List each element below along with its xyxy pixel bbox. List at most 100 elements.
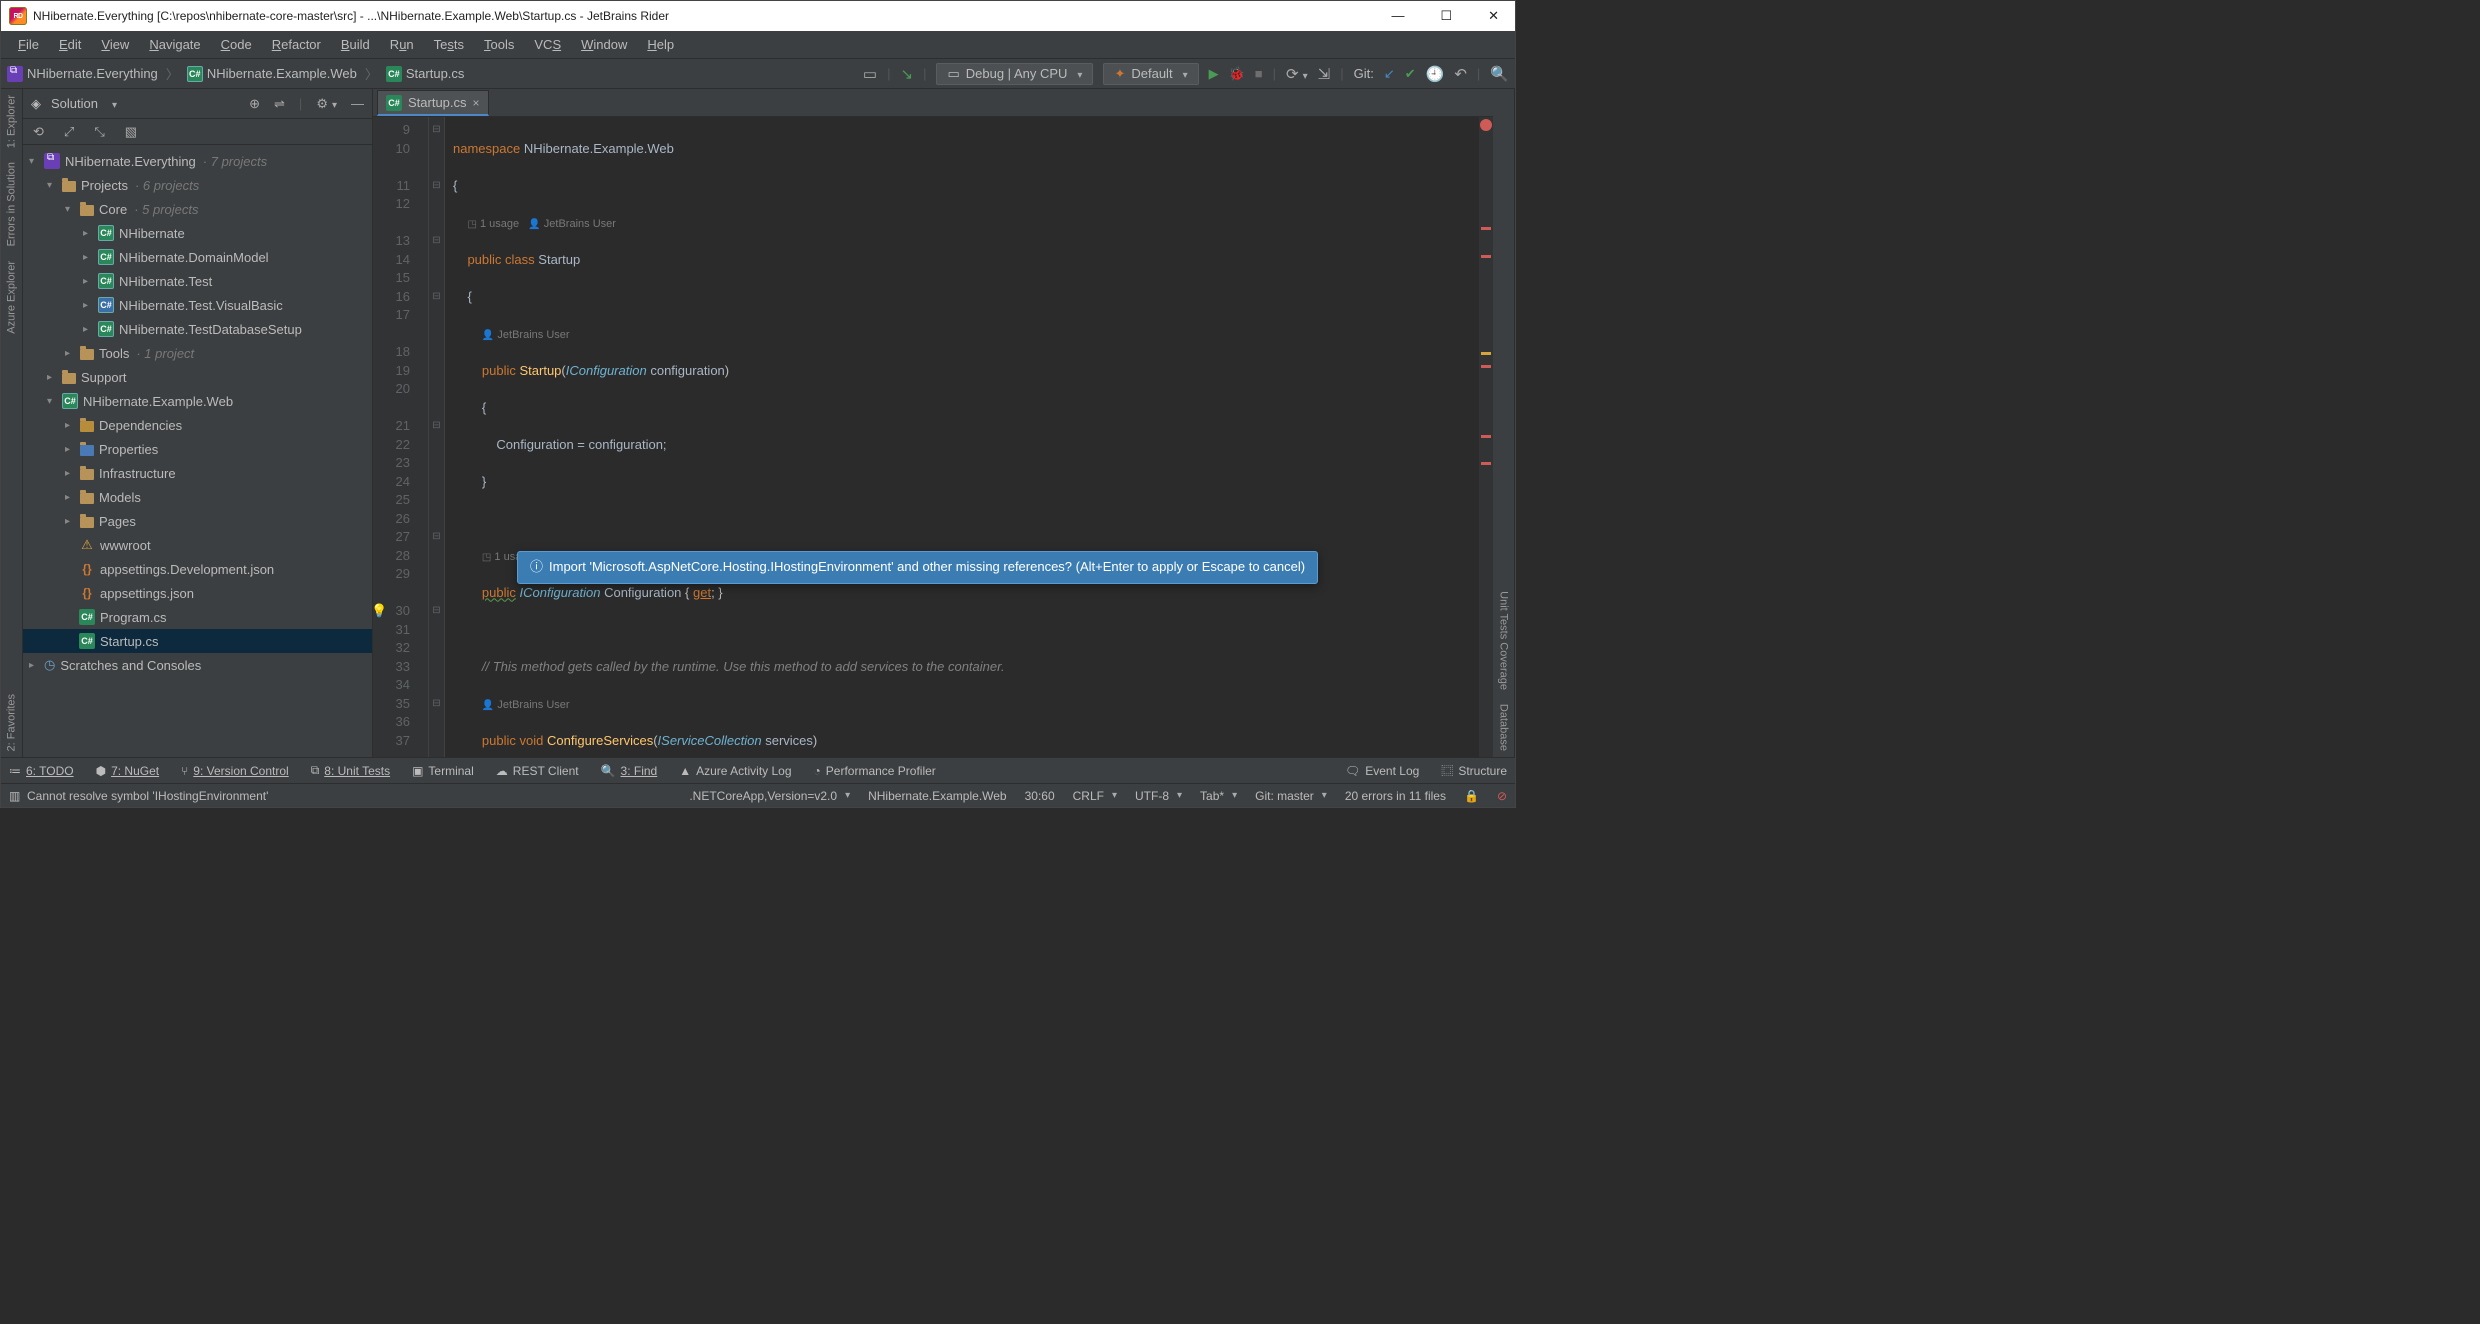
run-button[interactable]: ▶ (1209, 66, 1219, 82)
tool-unit-tests[interactable]: ⧉ 8: Unit Tests (311, 763, 390, 778)
minimize-button[interactable]: — (1391, 8, 1404, 24)
tab-favorites[interactable]: 2: Favorites (1, 694, 22, 751)
tree-item[interactable]: ▸Pages (23, 509, 372, 533)
build-button[interactable]: ↘ (901, 65, 914, 83)
settings-icon[interactable]: ⚙ (316, 96, 337, 112)
tree-item-selected[interactable]: Startup.cs (23, 629, 372, 653)
hide-icon[interactable]: — (351, 96, 364, 112)
status-indent[interactable]: Tab* (1200, 789, 1237, 803)
git-revert-button[interactable]: ↶ (1454, 65, 1467, 83)
tool-rest[interactable]: ☁ REST Client (496, 764, 579, 778)
tree-item[interactable]: ▸NHibernate (23, 221, 372, 245)
tree-item[interactable]: {}appsettings.Development.json (23, 557, 372, 581)
menu-tools[interactable]: Tools (475, 35, 523, 54)
tree-solution[interactable]: ▾NHibernate.Everything· 7 projects (23, 149, 372, 173)
tree-tools[interactable]: ▸Tools· 1 project (23, 341, 372, 365)
tree-projects[interactable]: ▾Projects· 6 projects (23, 173, 372, 197)
maximize-button[interactable]: ☐ (1440, 8, 1452, 24)
analysis-status-icon[interactable] (1480, 119, 1492, 131)
sync-icon[interactable]: ⟲ (33, 124, 44, 140)
tab-azure-explorer[interactable]: Azure Explorer (1, 261, 22, 334)
menu-view[interactable]: View (92, 35, 138, 54)
line-gutter[interactable]: 910 1112 1314151617 181920 2122232425262… (373, 117, 429, 757)
tree-item[interactable]: ▸Models (23, 485, 372, 509)
breadcrumb-file[interactable]: Startup.cs (386, 66, 465, 82)
pin-icon[interactable]: ▧ (125, 124, 137, 140)
tree-wwwroot[interactable]: ⚠wwwroot (23, 533, 372, 557)
tool-terminal[interactable]: ▣ Terminal (412, 764, 474, 778)
git-update-button[interactable]: ↙ (1384, 66, 1395, 82)
tool-vc[interactable]: ⑂ 9: Version Control (181, 764, 289, 778)
tab-explorer[interactable]: 1: Explorer (1, 95, 22, 148)
menu-vcs[interactable]: VCS (525, 35, 570, 54)
tree-core[interactable]: ▾Core· 5 projects (23, 197, 372, 221)
status-lineend[interactable]: CRLF (1073, 789, 1117, 803)
menu-navigate[interactable]: Navigate (140, 35, 209, 54)
profile-button[interactable]: ⟳ (1286, 65, 1308, 83)
tree[interactable]: ▾NHibernate.Everything· 7 projects ▾Proj… (23, 145, 372, 757)
tool-azure[interactable]: ▲ Azure Activity Log (679, 764, 791, 778)
debug-button[interactable]: 🐞 (1229, 66, 1245, 82)
expand-icon[interactable]: ⤢ (64, 124, 74, 140)
attach-button[interactable]: ⇲ (1318, 65, 1331, 83)
tool-todo[interactable]: ≔ 6: TODO (9, 764, 74, 778)
menu-build[interactable]: Build (332, 35, 379, 54)
status-position[interactable]: 30:60 (1025, 789, 1055, 803)
search-everywhere-button[interactable]: 🔍 (1490, 65, 1509, 83)
tab-startup[interactable]: Startup.cs × (377, 90, 489, 116)
menu-window[interactable]: Window (572, 35, 636, 54)
code-area[interactable]: 910 1112 1314151617 181920 2122232425262… (373, 117, 1493, 757)
menu-help[interactable]: Help (638, 35, 683, 54)
menu-run[interactable]: Run (381, 35, 423, 54)
run-anything-icon[interactable]: ▭ (863, 65, 877, 83)
tree-item[interactable]: ▸NHibernate.Test (23, 269, 372, 293)
tool-structure[interactable]: ⿴ Structure (1441, 762, 1507, 779)
breadcrumb-project[interactable]: NHibernate.Example.Web (187, 66, 357, 82)
tree-item[interactable]: ▸Infrastructure (23, 461, 372, 485)
close-button[interactable]: ✕ (1488, 8, 1499, 24)
lightbulb-icon[interactable]: 💡 (373, 602, 387, 621)
status-errors[interactable]: 20 errors in 11 files (1345, 789, 1446, 803)
tree-item[interactable]: ▸NHibernate.TestDatabaseSetup (23, 317, 372, 341)
tool-nuget[interactable]: ⬢ 7: NuGet (96, 764, 160, 778)
toolwindow-toggle-icon[interactable]: ▥ (9, 789, 20, 803)
menu-tests[interactable]: Tests (425, 35, 473, 54)
menu-code[interactable]: Code (212, 35, 261, 54)
fold-gutter[interactable]: ⊟⊟⊟⊟⊟⊟⊟⊟ (429, 117, 445, 757)
tree-item[interactable]: ▸NHibernate.Test.VisualBasic (23, 293, 372, 317)
status-lock-icon[interactable]: 🔒 (1464, 789, 1479, 803)
tab-database[interactable]: Database (1493, 704, 1514, 751)
tool-perf[interactable]: ◔ Performance Profiler (814, 764, 936, 778)
marker-bar[interactable] (1479, 117, 1493, 757)
status-framework[interactable]: .NETCoreApp,Version=v2.0 (689, 789, 850, 803)
target-selector[interactable]: ✦Default (1103, 63, 1198, 85)
status-context[interactable]: NHibernate.Example.Web (868, 789, 1007, 803)
status-encoding[interactable]: UTF-8 (1135, 789, 1182, 803)
tree-item[interactable]: Program.cs (23, 605, 372, 629)
collapse2-icon[interactable]: ⤡ (94, 124, 104, 140)
explorer-title[interactable]: Solution (51, 96, 98, 111)
tab-coverage[interactable]: Unit Tests Coverage (1493, 591, 1514, 690)
tree-scratches[interactable]: ▸◷Scratches and Consoles (23, 653, 372, 677)
tree-support[interactable]: ▸Support (23, 365, 372, 389)
status-stop-icon[interactable]: ⊘ (1497, 789, 1507, 803)
collapse-icon[interactable]: ⇌ (274, 96, 285, 112)
tree-item[interactable]: ▸Properties (23, 437, 372, 461)
git-commit-button[interactable]: ✔ (1405, 66, 1416, 82)
tab-errors[interactable]: Errors in Solution (1, 162, 22, 246)
menu-refactor[interactable]: Refactor (263, 35, 330, 54)
git-history-button[interactable]: 🕘 (1426, 65, 1445, 83)
tree-item[interactable]: ▸Dependencies (23, 413, 372, 437)
menu-edit[interactable]: Edit (50, 35, 90, 54)
import-popup[interactable]: ⓘ Import 'Microsoft.AspNetCore.Hosting.I… (517, 551, 1318, 584)
run-config-selector[interactable]: ▭Debug | Any CPU (936, 63, 1093, 85)
breadcrumb-solution[interactable]: NHibernate.Everything (7, 66, 158, 82)
close-tab-icon[interactable]: × (473, 96, 480, 110)
stop-button[interactable]: ■ (1255, 66, 1263, 81)
tool-eventlog[interactable]: 🗨 Event Log (1345, 762, 1419, 779)
tree-item[interactable]: {}appsettings.json (23, 581, 372, 605)
locate-icon[interactable]: ⊕ (249, 96, 260, 112)
status-branch[interactable]: Git: master (1255, 789, 1327, 803)
code-text[interactable]: namespace NHibernate.Example.Web { ◳ 1 u… (445, 117, 1479, 757)
tool-find[interactable]: 🔍 3: Find (601, 764, 658, 778)
